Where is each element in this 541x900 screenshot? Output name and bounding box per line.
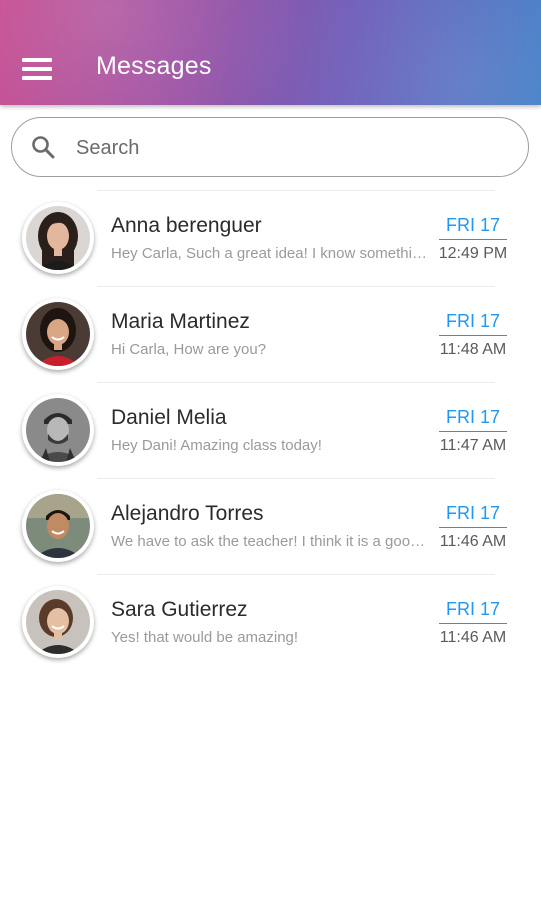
message-preview: Hey Dani! Amazing class today! [111, 437, 322, 454]
contact-name: Daniel Melia [111, 406, 227, 429]
conversation-row-alejandro[interactable]: Alejandro Torres We have to ask the teac… [0, 478, 541, 574]
contact-name: Alejandro Torres [111, 502, 264, 525]
message-time: 11:46 AM [439, 533, 507, 550]
avatar [22, 586, 94, 658]
contact-name: Maria Martinez [111, 310, 250, 333]
avatar-photo-anna [26, 206, 90, 270]
avatar [22, 490, 94, 562]
conversation-row-maria[interactable]: Maria Martinez Hi Carla, How are you? FR… [0, 286, 541, 382]
menu-bar [22, 67, 52, 71]
avatar-photo-sara [26, 590, 90, 654]
search-bar[interactable] [11, 117, 529, 177]
message-time: 12:49 PM [438, 245, 508, 262]
page-title: Messages [96, 52, 212, 80]
app-header: Messages [0, 0, 541, 105]
search-input[interactable] [74, 132, 498, 164]
conversation-row-anna[interactable]: Anna berenguer Hey Carla, Such a great i… [0, 190, 541, 286]
message-time: 11:46 AM [439, 629, 507, 646]
message-date: FRI 17 [439, 215, 507, 240]
message-time: 11:47 AM [439, 437, 507, 454]
avatar [22, 298, 94, 370]
message-preview: Hey Carla, Such a great idea! I know som… [111, 245, 429, 262]
message-date: FRI 17 [439, 503, 507, 528]
message-preview: We have to ask the teacher! I think it i… [111, 533, 429, 550]
contact-name: Anna berenguer [111, 214, 262, 237]
conversation-row-daniel[interactable]: Daniel Melia Hey Dani! Amazing class tod… [0, 382, 541, 478]
avatar [22, 394, 94, 466]
hamburger-menu-icon[interactable] [22, 56, 54, 84]
contact-name: Sara Gutierrez [111, 598, 248, 621]
menu-bar [22, 58, 52, 62]
message-preview: Hi Carla, How are you? [111, 341, 267, 358]
avatar-photo-alejandro [26, 494, 90, 558]
message-preview: Yes! that would be amazing! [111, 629, 299, 646]
search-icon [32, 136, 55, 159]
message-time: 11:48 AM [439, 341, 507, 358]
message-date: FRI 17 [439, 407, 507, 432]
avatar-photo-daniel [26, 398, 90, 462]
menu-bar [22, 76, 52, 80]
conversation-row-sara[interactable]: Sara Gutierrez Yes! that would be amazin… [0, 574, 541, 670]
message-date: FRI 17 [439, 311, 507, 336]
avatar [22, 202, 94, 274]
avatar-photo-maria [26, 302, 90, 366]
message-date: FRI 17 [439, 599, 507, 624]
